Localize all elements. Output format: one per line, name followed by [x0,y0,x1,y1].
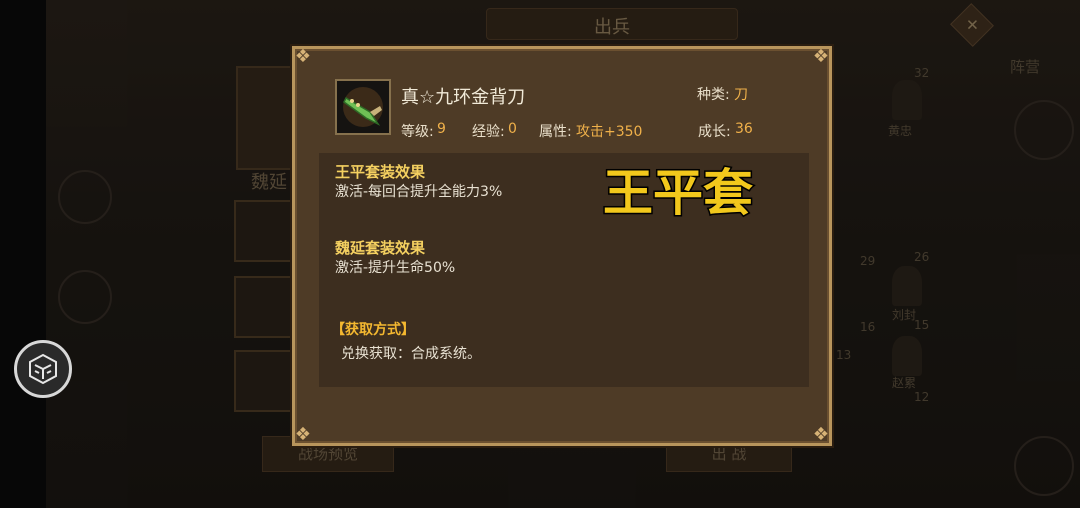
ornament-icon: ❖ [294,46,312,67]
background-unit-count: 12 [914,390,930,404]
background-title: 出兵 [594,17,630,38]
background-round-button [1014,100,1074,160]
ornament-icon: ❖ [812,424,830,445]
growth-value: 36 [735,121,753,137]
obtain-method-title: 【获取方式】 [331,322,415,338]
background-unit-count: 13 [836,348,852,362]
exp-value: 0 [508,121,517,137]
item-name: 真☆九环金背刀 [401,87,526,108]
type-value: 刀 [734,87,748,103]
ornament-icon: ❖ [294,424,312,445]
background-unit-figure [892,266,922,306]
level-value: 9 [437,121,446,137]
background-unit-count: 26 [914,250,930,264]
background-unit-count: 16 [860,320,876,334]
overlay-caption: 王平套 [602,163,755,224]
level-label: 等级: [401,124,434,140]
background-unit-name: 黄忠 [888,124,913,138]
background-unit-name: 赵累 [892,376,917,390]
background-tab-label: 阵营 [1010,58,1041,76]
background-equip-slot [234,350,296,412]
item-detail-dialog: ❖ ❖ ❖ ❖ 真☆九环金背刀 种类: 刀 等级: 9 经验: 0 属性: 攻击… [292,46,832,446]
background-unit-figure [892,80,922,120]
background-unit-count: 15 [914,318,930,332]
set-effect-text: 激活-提升生命50% [335,260,456,276]
background-general-name: 魏延 [251,172,287,193]
set-effect-title: 魏延套装效果 [335,239,426,257]
ornament-icon: ❖ [812,46,830,67]
attribute-value: 攻击+350 [576,124,643,140]
game-screen: 出兵 + 魏延 圣 圣 圣 战场预览 出 战 阵营 32 黄忠 29 26 刘封… [0,0,1080,508]
background-equip-slot [234,276,296,338]
attribute-label: 属性: [539,124,572,140]
background-round-button [1014,436,1074,496]
background-unit-figure [892,336,922,376]
set-effect-text: 激活-每回合提升全能力3% [335,184,503,200]
floating-menu-icon[interactable] [14,340,72,398]
exp-label: 经验: [472,124,505,140]
background-unit-count: 29 [860,254,876,268]
background-title-bar: 出兵 [486,8,738,40]
close-icon[interactable]: + [950,3,994,47]
background-unit-name: 刘封 [892,308,917,322]
background-round-button [58,170,112,224]
background-round-button [58,270,112,324]
background-equip-slot [234,200,296,262]
growth-label: 成长: [698,124,731,140]
broadsword-icon [335,79,391,135]
background-unit-count: 32 [914,66,930,80]
obtain-method-text: 兑换获取：合成系统。 [341,346,481,362]
left-edge-bar [0,0,46,508]
type-label: 种类: [697,87,730,103]
set-effects-panel: 王平套装效果 激活-每回合提升全能力3% 魏延套装效果 激活-提升生命50% 【… [319,153,809,387]
set-effect-title: 王平套装效果 [335,163,426,181]
